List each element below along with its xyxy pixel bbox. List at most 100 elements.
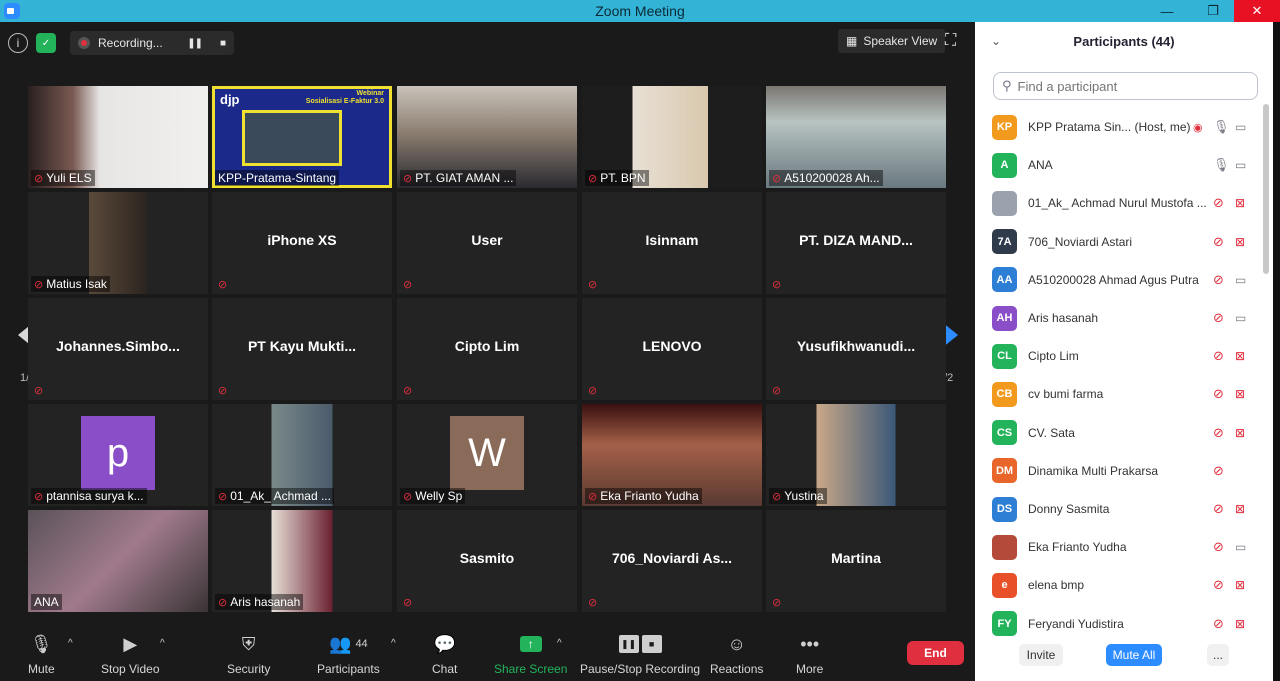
participant-row[interactable]: CB cv bumi farma ⊘ ⊠ bbox=[975, 375, 1265, 413]
mute-all-button[interactable]: Mute All bbox=[1106, 644, 1162, 666]
tile-name-label: ⊘ bbox=[400, 383, 415, 398]
camera-off-icon: ⊠ bbox=[1235, 425, 1246, 440]
participants-button[interactable]: 👥 44 Participants bbox=[317, 632, 380, 677]
video-tile[interactable]: User ⊘ bbox=[397, 192, 577, 294]
shield-check-icon[interactable]: ✓ bbox=[36, 33, 56, 53]
end-meeting-button[interactable]: End bbox=[907, 641, 964, 665]
recording-indicator: Recording... ❚❚ ■ bbox=[70, 31, 234, 55]
camera-icon: ▭ bbox=[1235, 311, 1247, 325]
invite-button[interactable]: Invite bbox=[1019, 644, 1063, 666]
share-options-chevron-icon[interactable]: ^ bbox=[557, 638, 562, 649]
participant-row[interactable]: Eka Frianto Yudha ⊘ ▭ bbox=[975, 528, 1265, 566]
video-tile[interactable]: PT. DIZA MAND... ⊘ bbox=[766, 192, 946, 294]
video-tile[interactable]: Johannes.Simbo... ⊘ bbox=[28, 298, 208, 400]
video-tile[interactable]: ⊘ PT. GIAT AMAN ... bbox=[397, 86, 577, 188]
participant-row[interactable]: AH Aris hasanah ⊘ ▭ bbox=[975, 299, 1265, 337]
camera-off-icon: ⊠ bbox=[1235, 616, 1246, 631]
stop-video-button[interactable]: ▶ Stop Video bbox=[101, 632, 160, 677]
chat-bubble-icon: 💬 bbox=[433, 633, 456, 654]
video-tile[interactable]: Martina ⊘ bbox=[766, 510, 946, 612]
mic-muted-icon: ⊘ bbox=[1213, 310, 1224, 325]
video-tile[interactable]: ⊘ Matius Isak bbox=[28, 192, 208, 294]
participant-row[interactable]: AA A510200028 Ahmad Agus Putra ⊘ ▭ bbox=[975, 261, 1265, 299]
video-tile[interactable]: ⊘ Yustina bbox=[766, 404, 946, 506]
mic-muted-icon: ⊘ bbox=[1213, 233, 1224, 249]
video-tile[interactable]: p ⊘ ptannisa surya k... bbox=[28, 404, 208, 506]
tile-name-label: ⊘ bbox=[769, 595, 784, 610]
video-tile[interactable]: Isinnam ⊘ bbox=[582, 192, 762, 294]
participant-name: Eka Frianto Yudha bbox=[1028, 540, 1127, 555]
participant-initials-avatar: 7A bbox=[992, 229, 1017, 255]
video-tile[interactable]: ⊘ Eka Frianto Yudha bbox=[582, 404, 762, 506]
tile-name-label: ⊘ Yustina bbox=[769, 488, 827, 504]
mic-muted-icon: ⊘ bbox=[1213, 501, 1224, 516]
audio-options-chevron-icon[interactable]: ^ bbox=[68, 638, 73, 649]
video-camera-icon: ▶ bbox=[123, 633, 138, 654]
fullscreen-icon[interactable]: ⛶ bbox=[945, 32, 965, 52]
window-title: Zoom Meeting bbox=[595, 3, 685, 19]
participant-row[interactable]: e elena bmp ⊘ ⊠ bbox=[975, 566, 1265, 604]
participant-list-scrollbar[interactable] bbox=[1263, 104, 1269, 274]
video-tile[interactable]: iPhone XS ⊘ bbox=[212, 192, 392, 294]
camera-icon: ▭ bbox=[1235, 120, 1247, 134]
mute-button[interactable]: 🎙 Mute bbox=[28, 632, 55, 677]
participant-name: KPP Pratama Sin... (Host, me) bbox=[1028, 120, 1191, 134]
mic-muted-icon: ⊘ bbox=[1213, 615, 1224, 631]
video-tile[interactable]: ⊘ 01_Ak_ Achmad ... bbox=[212, 404, 392, 506]
tile-name-label: ⊘ bbox=[215, 277, 230, 292]
tile-label-text: Yustina bbox=[784, 489, 824, 503]
participants-icon: 👥 44 bbox=[329, 633, 368, 654]
video-tile[interactable]: W ⊘ Welly Sp bbox=[397, 404, 577, 506]
video-tile[interactable]: Yusufikhwanudi... ⊘ bbox=[766, 298, 946, 400]
chat-button[interactable]: 💬 Chat bbox=[432, 632, 457, 677]
tile-participant-name: iPhone XS bbox=[267, 232, 337, 248]
muted-mic-icon: ⊘ bbox=[403, 385, 413, 397]
video-options-chevron-icon[interactable]: ^ bbox=[160, 638, 165, 649]
video-tile[interactable]: ⊘ Yuli ELS bbox=[28, 86, 208, 188]
participant-row[interactable]: CS CV. Sata ⊘ ⊠ bbox=[975, 414, 1265, 452]
participant-row[interactable]: DM Dinamika Multi Prakarsa ⊘ bbox=[975, 452, 1265, 490]
muted-mic-icon: ⊘ bbox=[588, 279, 598, 291]
video-tile[interactable]: PT Kayu Mukti... ⊘ bbox=[212, 298, 392, 400]
mic-muted-icon: ⊘ bbox=[1213, 424, 1224, 440]
participant-search[interactable]: ⚲ bbox=[993, 72, 1258, 100]
participant-initials-avatar: KP bbox=[992, 114, 1017, 140]
video-tile[interactable]: 706_Noviardi As... ⊘ bbox=[582, 510, 762, 612]
video-tile[interactable]: Cipto Lim ⊘ bbox=[397, 298, 577, 400]
meeting-area: i ✓ Recording... ❚❚ ■ ▦ Speaker View ⛶ 1… bbox=[0, 22, 975, 681]
video-tile[interactable]: ⊘ A510200028 Ah... bbox=[766, 86, 946, 188]
participant-name: 01_Ak_ Achmad Nurul Mustofa ... bbox=[1028, 196, 1206, 211]
participant-name: CV. Sata bbox=[1028, 425, 1075, 440]
tile-label-text: PT. GIAT AMAN ... bbox=[415, 171, 514, 185]
maximize-button[interactable]: ❐ bbox=[1193, 0, 1233, 22]
video-tile[interactable]: LENOVO ⊘ bbox=[582, 298, 762, 400]
security-button[interactable]: ⛨ Security bbox=[227, 632, 270, 677]
pause-recording-icon[interactable]: ❚❚ bbox=[187, 38, 203, 49]
video-tile[interactable]: ⊘ Aris hasanah bbox=[212, 510, 392, 612]
video-tile[interactable]: ⊘ PT. BPN bbox=[582, 86, 762, 188]
video-tile[interactable]: djp Webinar Sosialisasi E-Faktur 3.0 KPP-Pr… bbox=[212, 86, 392, 188]
more-button[interactable]: ••• More bbox=[796, 632, 823, 677]
participant-row[interactable]: FY Feryandi Yudistira ⊘ ⊠ bbox=[975, 605, 1265, 643]
participant-row[interactable]: 01_Ak_ Achmad Nurul Mustofa ... ⊘ ⊠ bbox=[975, 184, 1265, 222]
pause-stop-recording-button[interactable]: ❚❚ ■ Pause/Stop Recording bbox=[580, 632, 700, 676]
speaker-view-button[interactable]: ▦ Speaker View bbox=[838, 29, 946, 53]
muted-mic-icon: ⊘ bbox=[772, 490, 782, 503]
participant-search-input[interactable] bbox=[1017, 78, 1238, 94]
stop-recording-icon[interactable]: ■ bbox=[220, 38, 226, 49]
minimize-button[interactable]: — bbox=[1147, 0, 1187, 22]
participant-row[interactable]: A ANA 🎙 ▭ bbox=[975, 146, 1265, 184]
reactions-button[interactable]: ☺ Reactions bbox=[710, 632, 763, 677]
participant-row[interactable]: CL Cipto Lim ⊘ ⊠ bbox=[975, 337, 1265, 375]
info-icon[interactable]: i bbox=[8, 33, 28, 53]
muted-mic-icon: ⊘ bbox=[34, 385, 44, 397]
participant-initials-avatar: A bbox=[992, 152, 1017, 178]
participant-row[interactable]: DS Donny Sasmita ⊘ ⊠ bbox=[975, 490, 1265, 528]
participant-row[interactable]: 7A 706_Noviardi Astari ⊘ ⊠ bbox=[975, 223, 1265, 261]
video-tile[interactable]: ANA bbox=[28, 510, 208, 612]
video-tile[interactable]: Sasmito ⊘ bbox=[397, 510, 577, 612]
more-options-button[interactable]: ... bbox=[1207, 644, 1229, 666]
participant-row[interactable]: KP KPP Pratama Sin... (Host, me) ◉ 🎙 ▭ bbox=[975, 108, 1265, 146]
close-window-button[interactable]: ✕ bbox=[1234, 0, 1280, 22]
participants-options-chevron-icon[interactable]: ^ bbox=[391, 638, 396, 649]
